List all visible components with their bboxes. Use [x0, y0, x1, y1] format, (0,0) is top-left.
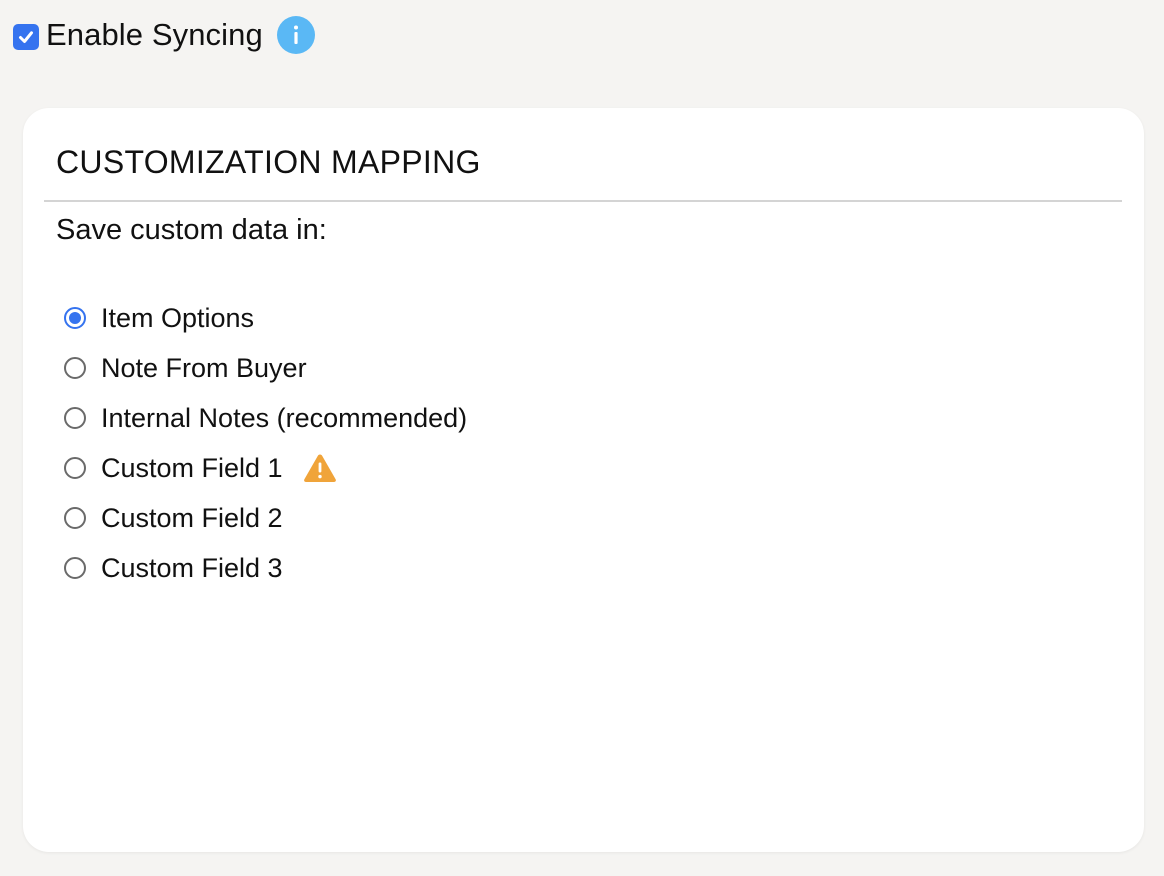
- title-divider: [44, 200, 1122, 202]
- enable-syncing-label[interactable]: Enable Syncing: [46, 17, 263, 53]
- enable-syncing-row: Enable Syncing: [13, 14, 315, 56]
- option-label[interactable]: Note From Buyer: [101, 353, 307, 384]
- option-label[interactable]: Custom Field 1: [101, 453, 283, 484]
- option-custom-field-1[interactable]: Custom Field 1: [64, 443, 467, 493]
- option-label[interactable]: Internal Notes (recommended): [101, 403, 467, 434]
- option-custom-field-3[interactable]: Custom Field 3: [64, 543, 467, 593]
- option-custom-field-2[interactable]: Custom Field 2: [64, 493, 467, 543]
- customization-mapping-panel: CUSTOMIZATION MAPPING Save custom data i…: [23, 108, 1144, 852]
- radio-custom-field-2[interactable]: [64, 507, 86, 529]
- save-custom-data-label: Save custom data in:: [56, 214, 327, 246]
- option-label[interactable]: Custom Field 2: [101, 503, 283, 534]
- custom-data-options: Item Options Note From Buyer Internal No…: [64, 293, 467, 593]
- radio-custom-field-1[interactable]: [64, 457, 86, 479]
- option-note-from-buyer[interactable]: Note From Buyer: [64, 343, 467, 393]
- info-icon[interactable]: [276, 16, 315, 54]
- option-label[interactable]: Item Options: [101, 303, 254, 334]
- radio-note-from-buyer[interactable]: [64, 357, 86, 379]
- checkmark-icon: [19, 31, 33, 43]
- panel-title: CUSTOMIZATION MAPPING: [56, 144, 481, 180]
- radio-internal-notes[interactable]: [64, 407, 86, 429]
- option-label[interactable]: Custom Field 3: [101, 553, 283, 584]
- option-internal-notes[interactable]: Internal Notes (recommended): [64, 393, 467, 443]
- option-item-options[interactable]: Item Options: [64, 293, 467, 343]
- radio-custom-field-3[interactable]: [64, 557, 86, 579]
- enable-syncing-checkbox[interactable]: [13, 24, 39, 50]
- radio-item-options[interactable]: [64, 307, 86, 329]
- warning-icon[interactable]: [303, 453, 337, 483]
